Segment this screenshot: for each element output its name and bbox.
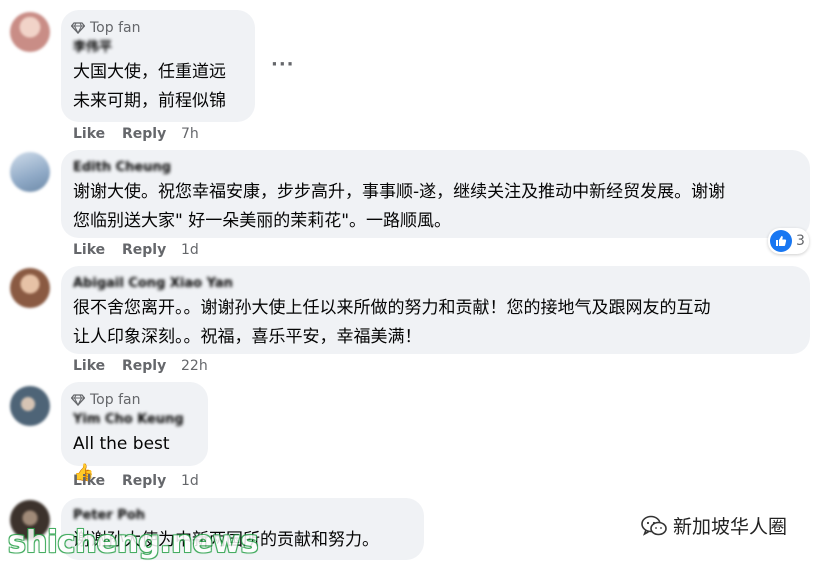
like-link[interactable]: Like	[73, 471, 122, 491]
reply-link[interactable]: Reply	[122, 356, 181, 376]
avatar[interactable]	[10, 386, 50, 426]
comment-text: 谢谢大使。祝您幸福安康，步步高升，事事顺-遂，继续关注及推动中新经贸发展。谢谢 …	[73, 182, 726, 231]
avatar[interactable]	[10, 12, 50, 52]
comment-actions: Like Reply 1d	[73, 471, 199, 491]
comment-actions: Like Reply 22h	[73, 356, 208, 376]
badge-label: Top fan	[90, 392, 141, 408]
reply-link[interactable]: Reply	[122, 240, 181, 260]
timestamp[interactable]: 1d	[181, 240, 199, 260]
comment-text: 大国大使，任重道远 未来可期，前程似锦	[73, 62, 226, 111]
badge-label: Top fan	[90, 20, 141, 36]
reaction-count: 3	[796, 233, 805, 249]
comment-actions: Like Reply 1d	[73, 240, 199, 260]
diamond-icon	[71, 22, 85, 34]
more-options-icon[interactable]: ···	[271, 54, 295, 75]
like-link[interactable]: Like	[73, 124, 122, 144]
wechat-icon	[641, 515, 667, 536]
watermark-account-name: 新加坡华人圈	[673, 516, 788, 538]
comment-bubble: Top fan 李伟平 大国大使，任重道远 未来可期，前程似锦	[61, 10, 255, 122]
timestamp[interactable]: 1d	[181, 471, 199, 491]
timestamp[interactable]: 22h	[181, 356, 208, 376]
commenter-name[interactable]: 李伟平	[73, 38, 243, 58]
like-link[interactable]: Like	[73, 240, 122, 260]
top-fan-badge: Top fan	[71, 390, 196, 410]
commenter-name[interactable]: Peter Poh	[73, 506, 412, 526]
avatar[interactable]	[10, 152, 50, 192]
commenter-name[interactable]: Edith Cheung	[73, 158, 798, 178]
diamond-icon	[71, 394, 85, 406]
top-fan-badge: Top fan	[71, 18, 243, 38]
comment-bubble: Top fan Yim Cho Keung All the best 👍	[61, 382, 208, 483]
like-link[interactable]: Like	[73, 356, 122, 376]
commenter-name[interactable]: Abigail Cong Xiao Yan	[73, 274, 798, 294]
reaction-summary[interactable]: 3	[768, 228, 809, 254]
clipped-previous-action: ·	[95, 0, 100, 8]
commenter-name[interactable]: Yim Cho Keung	[73, 410, 196, 430]
avatar[interactable]	[10, 268, 50, 308]
comment-text: 很不舍您离开。。谢谢孙大使上任以来所做的努力和贡献！您的接地气及跟网友的互动 让…	[73, 298, 711, 347]
timestamp[interactable]: 7h	[181, 124, 199, 144]
reply-link[interactable]: Reply	[122, 124, 181, 144]
comment-bubble: Edith Cheung 谢谢大使。祝您幸福安康，步步高升，事事顺-遂，继续关注…	[61, 150, 810, 238]
reply-link[interactable]: Reply	[122, 471, 181, 491]
watermark-account: 新加坡华人圈	[641, 512, 787, 539]
comment-actions: Like Reply 7h	[73, 124, 199, 144]
watermark-site: shicheng.news	[8, 525, 259, 560]
comment-bubble: Abigail Cong Xiao Yan 很不舍您离开。。谢谢孙大使上任以来所…	[61, 266, 810, 354]
like-reaction-icon	[770, 230, 792, 252]
